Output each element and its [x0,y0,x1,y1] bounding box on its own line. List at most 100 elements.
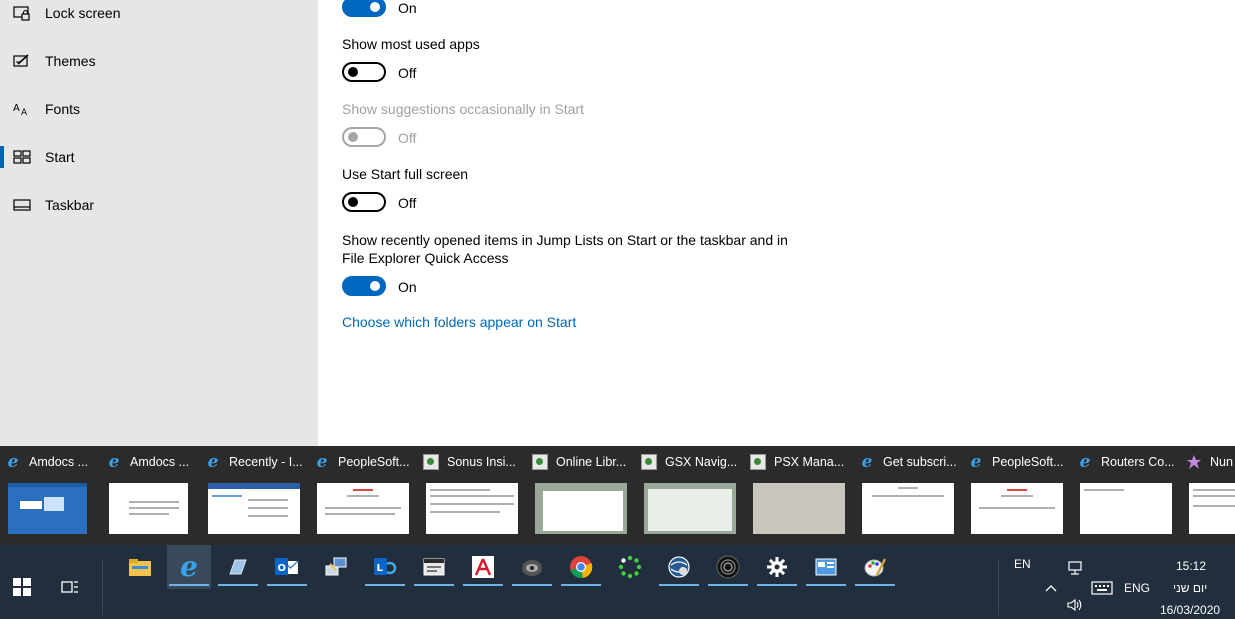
setting-label-jump-lists-line2: File Explorer Quick Access [342,250,509,266]
nav-item-label: Start [45,149,75,165]
thumbnail-preview [971,483,1063,534]
thumbnail-title: Online Libr... [556,455,627,469]
taskbar-separator [102,559,103,615]
nav-item-label: Taskbar [45,197,95,213]
svg-text:O: O [278,563,287,574]
thumbnail-preview [317,483,409,534]
control-panel-icon[interactable] [804,545,848,589]
setting-label-most-used: Show most used apps [342,36,480,52]
thumbnail-window[interactable]: e PeopleSoft... [309,446,418,545]
nav-item-themes[interactable]: Themes [0,41,318,81]
nav-item-label: Fonts [45,101,81,117]
toggle-state: On [398,279,417,295]
active-indicator [0,146,4,168]
helmet-app-icon[interactable] [510,545,554,589]
thumbnail-preview [862,483,954,534]
adobe-acrobat-icon[interactable] [461,545,505,589]
thumbnail-preview [208,483,300,534]
thumbnail-preview [8,483,87,534]
thumbnail-title: Amdocs ... [130,455,190,469]
outlook-icon[interactable]: O [265,545,309,589]
thumbnail-title: PeopleSoft... [992,455,1064,469]
paint-icon[interactable] [853,545,897,589]
thumbnail-window[interactable]: Sonus Insi... [418,446,527,545]
toggle-state: Off [398,65,417,81]
notes-app-icon[interactable] [216,545,260,589]
thumbnail-window[interactable]: e Get subscri... [854,446,963,545]
thumbnail-window[interactable]: e Routers Co... [1072,446,1181,545]
sonus-icon [641,454,657,470]
toggle-knob [370,281,380,291]
setting-label-full-screen: Use Start full screen [342,166,469,182]
file-explorer-icon[interactable] [118,545,162,589]
taskbar-icon [13,197,31,213]
clock-time[interactable]: 15:12 [1176,559,1206,573]
internet-explorer-icon: e [7,452,19,472]
taskbar-separator [998,559,999,615]
toggle-state: Off [398,195,417,211]
volume-icon[interactable] [1053,592,1097,618]
thumbnail-title: PSX Mana... [774,455,845,469]
setting-label-jump-lists: Show recently opened items in Jump Lists… [342,232,788,248]
thumbnail-title: Nun [1210,455,1233,469]
thumbnail-title: Recently - I... [229,455,303,469]
chrome-icon[interactable] [559,545,603,589]
thumbnail-preview [426,483,518,534]
remote-connection-icon[interactable] [314,545,358,589]
clock-day[interactable]: יום שני [1173,581,1207,595]
thumbnail-preview [753,483,845,534]
globe-app-icon[interactable] [657,545,701,589]
lock-screen-icon [13,5,31,21]
clock-date[interactable]: 16/03/2020 [1160,603,1220,617]
thumbnail-window[interactable]: e Amdocs ... [101,446,210,545]
sonus-icon [423,454,439,470]
svg-text:A: A [21,108,28,117]
settings-nav: Lock screen Themes AA Fonts Start Taskba… [0,0,318,446]
thumbnail-window[interactable]: e PeopleSoft... [963,446,1072,545]
internet-explorer-icon: e [970,452,982,472]
toggle-knob [348,197,358,207]
dots-circle-icon[interactable] [608,545,652,589]
svg-text:L: L [377,563,384,574]
choose-folders-link[interactable]: Choose which folders appear on Start [342,314,576,330]
taskbar: e O L EN ENG 15:12 יום שני 16/03/2020 [0,545,1235,619]
skype-for-business-icon[interactable]: L [363,545,407,589]
toggle-state: Off [398,130,417,146]
thumbnail-window[interactable]: GSX Navig... [636,446,745,545]
internet-explorer-icon: e [207,452,219,472]
thumbnail-window[interactable]: e Amdocs ... [0,446,109,545]
nav-item-fonts[interactable]: AA Fonts [0,89,318,129]
thumbnail-window[interactable]: e Recently - I... [200,446,309,545]
internet-explorer-icon[interactable]: e [167,545,211,589]
terminal-window-icon[interactable] [412,545,456,589]
settings-gear-icon[interactable] [755,545,799,589]
svg-text:A: A [13,103,20,114]
task-view-button[interactable] [48,565,92,609]
thumbnail-window[interactable]: Nun [1181,446,1235,545]
full-screen-toggle[interactable] [342,192,386,212]
internet-explorer-icon: e [316,452,328,472]
thumbnail-window[interactable]: PSX Mana... [745,446,854,545]
windows-logo-icon [13,578,31,596]
speaker-app-icon[interactable] [706,545,750,589]
start-button[interactable] [0,565,44,609]
internet-explorer-icon: e [108,452,120,472]
sonus-icon [750,454,766,470]
nav-item-lock-screen[interactable]: Lock screen [0,0,318,33]
input-language[interactable]: ENG [1124,581,1150,595]
most-used-apps-toggle[interactable] [342,62,386,82]
toggle-state: On [398,0,417,16]
thumbnail-title: Routers Co... [1101,455,1175,469]
themes-icon [13,53,31,69]
jump-lists-toggle[interactable] [342,276,386,296]
start-icon [13,149,31,165]
thumbnail-window[interactable]: Online Libr... [527,446,636,545]
nav-item-taskbar[interactable]: Taskbar [0,185,318,225]
top-toggle[interactable] [342,0,386,17]
input-language-short[interactable]: EN [1014,557,1031,571]
nav-item-start[interactable]: Start [0,137,318,177]
fonts-icon: AA [13,101,31,117]
thumbnail-preview [644,483,736,534]
thumbnail-title: Get subscri... [883,455,957,469]
visual-studio-icon [1186,454,1202,470]
